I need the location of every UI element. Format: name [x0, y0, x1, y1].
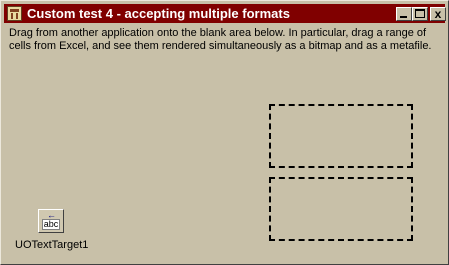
- metafile-drop-target[interactable]: [269, 177, 413, 241]
- app-window: Custom test 4 - accepting multiple forma…: [0, 0, 449, 265]
- text-target-control-icon[interactable]: ← abc: [38, 209, 64, 233]
- bitmap-drop-target[interactable]: [269, 104, 413, 168]
- abc-icon: abc: [42, 219, 60, 230]
- window-title: Custom test 4 - accepting multiple forma…: [27, 6, 290, 21]
- title-bar[interactable]: Custom test 4 - accepting multiple forma…: [4, 4, 446, 23]
- text-target-control-label: UOTextTarget1: [15, 239, 89, 251]
- close-button[interactable]: x: [430, 7, 446, 21]
- app-icon[interactable]: [7, 6, 22, 21]
- minimize-button[interactable]: [396, 7, 412, 21]
- close-icon: x: [434, 7, 442, 21]
- instructions-text: Drag from another application onto the b…: [9, 27, 432, 52]
- maximize-button[interactable]: [412, 7, 428, 21]
